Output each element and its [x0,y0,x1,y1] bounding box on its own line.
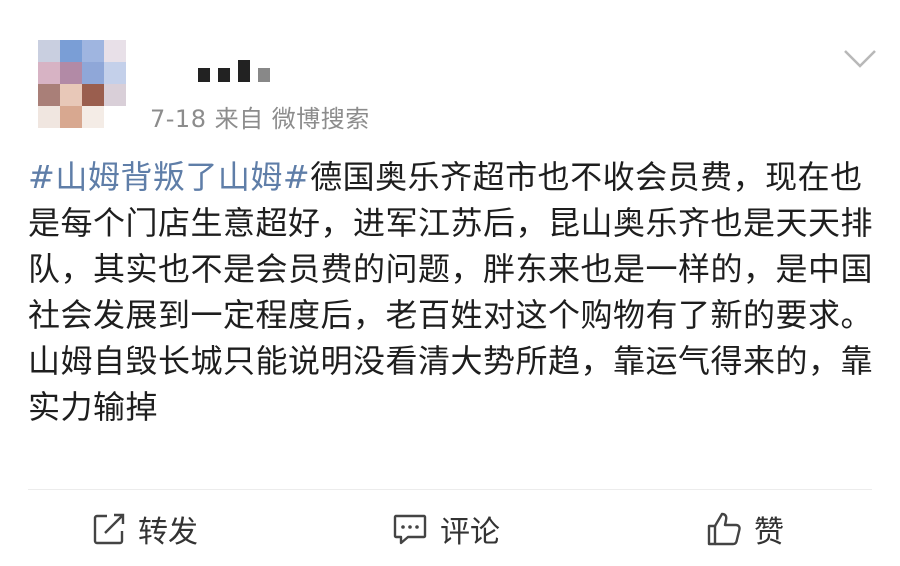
divider [28,489,872,490]
comment-icon [393,514,427,545]
like-button[interactable]: 赞 [706,496,784,562]
repost-button[interactable]: 转发 [92,496,198,562]
post-body: #山姆背叛了山姆#德国奥乐齐超市也不收会员费，现在也是每个门店生意超好，进军江苏… [28,154,878,430]
chevron-down-icon[interactable] [842,48,878,70]
avatar[interactable] [38,40,126,128]
username-obscured[interactable] [198,56,270,82]
repost-label: 转发 [138,515,198,550]
repost-icon [93,513,125,545]
post-text: 德国奥乐齐超市也不收会员费，现在也是每个门店生意超好，进军江苏后，昆山奥乐齐也是… [28,158,874,426]
like-label: 赞 [754,515,784,550]
thumbs-up-icon [707,512,741,546]
comment-label: 评论 [440,515,500,550]
topic-link[interactable]: #山姆背叛了山姆# [28,158,310,196]
post-meta: 7-18 来自 微博搜索 [150,105,370,133]
action-bar: 转发 评论 赞 [0,496,900,562]
comment-button[interactable]: 评论 [392,496,500,562]
